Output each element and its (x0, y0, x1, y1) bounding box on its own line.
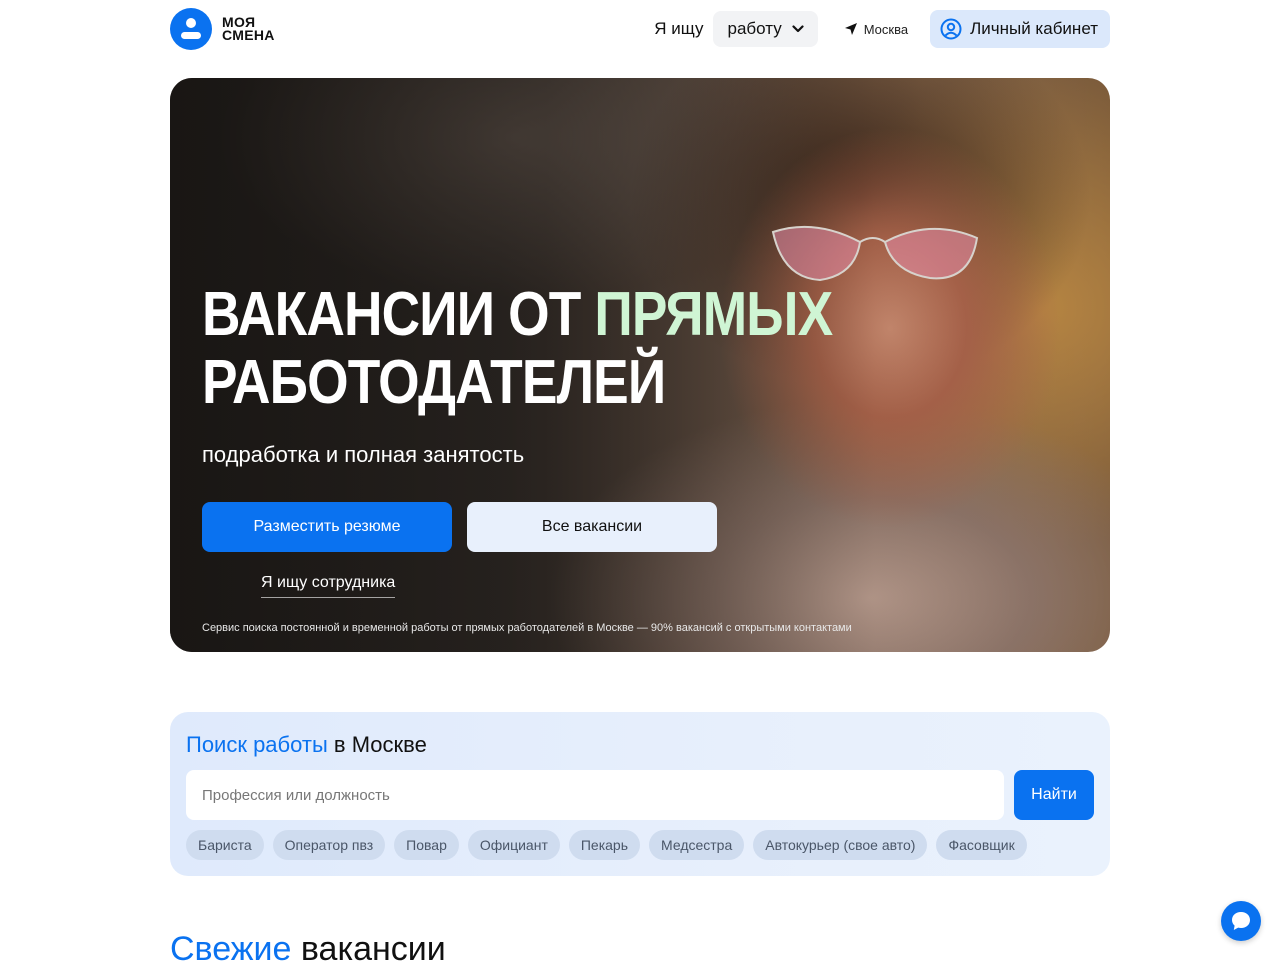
chevron-down-icon (792, 25, 804, 33)
profession-input[interactable] (186, 770, 1004, 820)
header-nav: Я ищу работу Москва Личный кабинет (654, 10, 1110, 48)
user-circle-icon (940, 18, 962, 40)
search-mode-dropdown[interactable]: работу (713, 11, 818, 47)
search-mode-value: работу (727, 19, 782, 38)
job-search-panel: Поиск работы в Москве Найти Бариста Опер… (170, 712, 1110, 876)
tag-auto-courier[interactable]: Автокурьер (свое авто) (753, 830, 928, 860)
fresh-title-accent: Свежие (170, 930, 292, 968)
tag-waiter[interactable]: Официант (467, 830, 560, 860)
tag-packer[interactable]: Фасовщик (936, 830, 1027, 860)
cabinet-label: Личный кабинет (970, 19, 1098, 38)
hero-subtitle: подработка и полная занятость (202, 442, 525, 467)
hero-title-part1: ВАКАНСИИ ОТ (202, 280, 581, 349)
search-title: Поиск работы в Москве (186, 732, 427, 758)
tag-barista[interactable]: Бариста (186, 830, 264, 860)
hero-title: ВАКАНСИИ ОТ ПРЯМЫХ РАБОТОДАТЕЛЕЙ (202, 280, 833, 417)
location-arrow-icon (844, 23, 857, 35)
tag-cook[interactable]: Повар (394, 830, 459, 860)
tag-baker[interactable]: Пекарь (568, 830, 641, 860)
logo-text: моя смена (222, 15, 275, 43)
hero-title-line2: РАБОТОДАТЕЛЕЙ (202, 348, 666, 417)
find-button[interactable]: Найти (1014, 770, 1094, 820)
search-mode-label: Я ищу (654, 19, 704, 38)
all-vacancies-button[interactable]: Все вакансии (467, 502, 717, 552)
city-label: Москва (863, 21, 909, 37)
personal-cabinet-button[interactable]: Личный кабинет (930, 10, 1110, 48)
site-header: моя смена Я ищу работу Москва Личный каб… (170, 0, 1110, 58)
logo[interactable]: моя смена (170, 8, 275, 50)
hero-title-accent: ПРЯМЫХ (594, 280, 833, 349)
hero-note: Сервис поиска постоянной и временной раб… (202, 622, 852, 634)
employer-link[interactable]: Я ищу сотрудника (261, 574, 396, 598)
chat-button[interactable] (1221, 901, 1261, 941)
search-title-accent: Поиск работы (186, 732, 328, 757)
tag-pvz-operator[interactable]: Оператор пвз (272, 830, 386, 860)
fresh-vacancies-title: Свежие вакансии (170, 930, 446, 969)
logo-line-2: смена (222, 27, 275, 43)
chat-bubble-icon (1232, 912, 1250, 930)
post-resume-button[interactable]: Разместить резюме (202, 502, 452, 552)
popular-tags: Бариста Оператор пвз Повар Официант Пека… (186, 830, 1027, 860)
hero-banner: ВАКАНСИИ ОТ ПРЯМЫХ РАБОТОДАТЕЛЕЙ подрабо… (170, 78, 1110, 652)
logo-person-icon (170, 8, 212, 50)
tag-nurse[interactable]: Медсестра (649, 830, 745, 860)
search-title-rest: в Москве (333, 732, 427, 757)
city-selector[interactable]: Москва (844, 22, 908, 37)
fresh-title-rest: вакансии (300, 930, 446, 968)
